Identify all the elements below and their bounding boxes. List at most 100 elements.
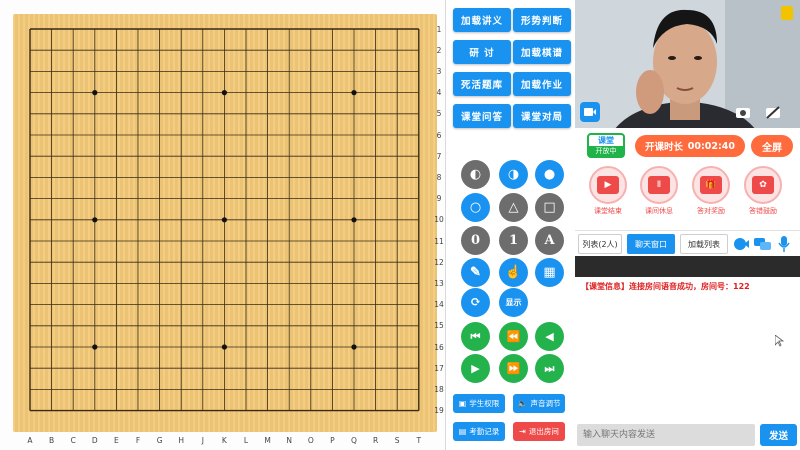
send-button[interactable]: 发送	[760, 424, 797, 446]
right-panel: 课堂 开放中 开课时长 00:02:40 全屏 ▶ 课堂结束 Ⅱ 课间休息 🎁 …	[575, 0, 800, 450]
class-game-button[interactable]: 课堂对局	[513, 104, 571, 128]
row-label: 1	[436, 24, 442, 34]
black-stone-glyph: ◑	[507, 167, 520, 182]
fullscreen-button[interactable]: 全屏	[751, 135, 793, 157]
attendance-record-button[interactable]: ▤ 考勤记录	[453, 422, 505, 441]
star-point	[351, 90, 357, 96]
mouse-cursor-icon	[774, 334, 785, 350]
class-status-badge: 课堂 开放中	[587, 133, 625, 158]
column-label: G	[156, 436, 163, 445]
black-dot-icon[interactable]: ●	[535, 160, 564, 189]
student-permission-label: 学生权限	[469, 399, 500, 408]
volume-adjust-button[interactable]: 🔈 声音调节	[513, 394, 565, 413]
alternate-stone-glyph: ◐	[469, 167, 482, 182]
previous-move-icon[interactable]: ◀	[535, 322, 564, 351]
row-label: 18	[434, 384, 444, 394]
column-label: E	[114, 436, 119, 445]
go-board[interactable]	[13, 14, 437, 432]
chat-header-strip	[575, 256, 800, 277]
chat-message-tag: 【课堂信息】	[581, 282, 629, 291]
chat-bubbles-icon[interactable]	[753, 235, 771, 252]
refresh-glyph: ⟳	[470, 295, 481, 310]
first-move-icon[interactable]: ⏮	[461, 322, 490, 351]
star-point	[221, 90, 227, 96]
tab-load-list[interactable]: 加载列表	[680, 234, 728, 254]
class-break-button[interactable]: Ⅱ 课间休息	[639, 166, 679, 216]
camera-off-icon[interactable]	[763, 102, 783, 122]
letter-mark-icon[interactable]: A	[535, 226, 564, 255]
rewind-glyph: ⏪	[506, 330, 521, 343]
fast-forward-glyph: ⏩	[506, 362, 521, 375]
exit-room-button[interactable]: ⇥ 退出房间	[513, 422, 565, 441]
exit-icon: ⇥	[519, 427, 526, 436]
column-label: F	[135, 436, 141, 445]
go-board-grid[interactable]	[13, 14, 437, 432]
speaker-icon: 🔈	[517, 399, 528, 408]
display-icon[interactable]: 显示	[499, 288, 528, 317]
camera-switch-icon[interactable]	[580, 102, 600, 122]
next-move-icon[interactable]: ▶	[461, 354, 490, 383]
load-homework-button[interactable]: 加载作业	[513, 72, 571, 96]
video-call-icon[interactable]	[732, 235, 750, 252]
class-duration-timer: 开课时长 00:02:40	[635, 135, 745, 157]
one-mark-icon[interactable]: 1	[499, 226, 528, 255]
timer-label: 开课时长	[645, 142, 684, 153]
circle-mark-icon[interactable]: ○	[461, 193, 490, 222]
class-qa-button[interactable]: 课堂问答	[453, 104, 511, 128]
situation-judgment-button[interactable]: 形势判断	[513, 8, 571, 32]
last-move-glyph: ⏭	[544, 361, 555, 375]
life-death-library-button[interactable]: 死活题库	[453, 72, 511, 96]
row-label: 9	[436, 194, 442, 204]
triangle-mark-icon[interactable]: △	[499, 193, 528, 222]
correct-reward-button[interactable]: 🎁 答对奖励	[691, 166, 731, 216]
column-label: M	[264, 436, 271, 445]
column-label: K	[221, 436, 227, 445]
tab-chat-window[interactable]: 聊天窗口	[627, 234, 675, 254]
gift-icon: 🎁	[700, 176, 722, 194]
discussion-button[interactable]: 研 讨	[453, 40, 511, 64]
star-point	[221, 344, 227, 350]
chat-message-area[interactable]: 【课堂信息】连接房间语音成功，房间号：122	[575, 277, 800, 421]
end-class-button[interactable]: ▶ 课堂结束	[588, 166, 628, 216]
row-label: 10	[434, 215, 444, 225]
row-label: 3	[436, 66, 442, 76]
row-label: 4	[436, 88, 442, 98]
hand-pointer-glyph: ☝	[505, 265, 522, 280]
column-label: S	[394, 436, 400, 445]
row-label: 6	[436, 130, 442, 140]
wrong-encourage-button[interactable]: ✿ 答错鼓励	[743, 166, 783, 216]
column-label: Q	[351, 436, 357, 445]
column-label: D	[91, 436, 98, 445]
star-point	[92, 217, 98, 223]
hand-pointer-icon[interactable]: ☝	[499, 258, 528, 287]
alternate-stone-icon[interactable]: ◐	[461, 160, 490, 189]
brush-icon[interactable]: ✎	[461, 258, 490, 287]
square-mark-icon[interactable]: □	[535, 193, 564, 222]
snapshot-camera-icon[interactable]	[733, 102, 753, 122]
fast-forward-icon[interactable]: ⏩	[499, 354, 528, 383]
column-label: P	[330, 436, 335, 445]
tool-panel: 加载讲义 形势判断 研 讨 加载棋谱 死活题库 加载作业 课堂问答 课堂对局 ◐…	[447, 0, 575, 450]
black-stone-icon[interactable]: ◑	[499, 160, 528, 189]
column-label: O	[307, 436, 314, 445]
window-pin-icon[interactable]	[781, 6, 793, 20]
star-point	[92, 344, 98, 350]
load-handout-button[interactable]: 加载讲义	[453, 8, 511, 32]
row-label: 8	[436, 172, 442, 182]
star-point	[221, 217, 227, 223]
circle-mark-glyph: ○	[469, 200, 482, 215]
rewind-icon[interactable]: ⏪	[499, 322, 528, 351]
paint-roller-icon[interactable]: ▦	[535, 258, 564, 287]
microphone-icon[interactable]	[775, 235, 793, 252]
tab-member-list[interactable]: 列表(2人)	[578, 234, 622, 254]
chat-input[interactable]	[577, 424, 755, 446]
student-permission-button[interactable]: ▣ 学生权限	[453, 394, 505, 413]
wrong-encourage-label: 答错鼓励	[749, 207, 777, 215]
load-game-record-button[interactable]: 加载棋谱	[513, 40, 571, 64]
attendance-record-label: 考勤记录	[469, 427, 500, 436]
star-point	[351, 217, 357, 223]
refresh-icon[interactable]: ⟳	[461, 288, 490, 317]
zero-mark-icon[interactable]: 0	[461, 226, 490, 255]
row-label: 5	[436, 109, 442, 119]
last-move-icon[interactable]: ⏭	[535, 354, 564, 383]
